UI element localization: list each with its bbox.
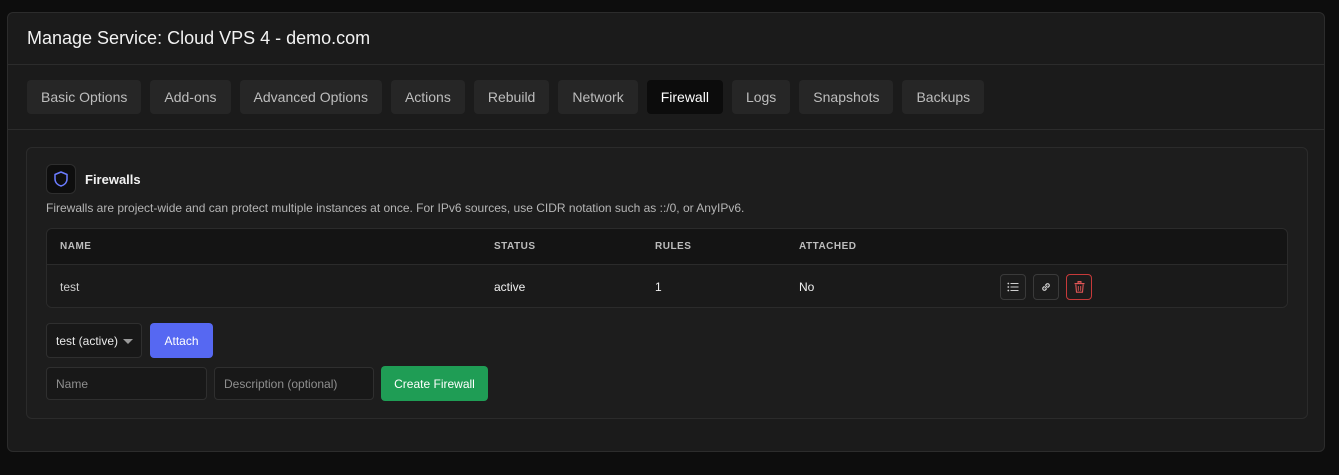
firewall-description-input[interactable] (214, 367, 374, 400)
firewall-select[interactable]: test (active) (46, 323, 142, 358)
tab-advanced-options[interactable]: Advanced Options (239, 80, 382, 114)
create-firewall-button[interactable]: Create Firewall (381, 366, 488, 401)
cell-status: active (494, 280, 526, 294)
firewalls-table: NAME STATUS RULES ATTACHED test active 1… (46, 228, 1288, 308)
firewall-select-value: test (active) (56, 333, 119, 348)
firewalls-description: Firewalls are project-wide and can prote… (46, 201, 745, 215)
page-title: Manage Service: Cloud VPS 4 - demo.com (8, 13, 1324, 65)
tab-basic-options[interactable]: Basic Options (27, 80, 142, 114)
trash-icon (1074, 281, 1084, 293)
table-header: NAME STATUS RULES ATTACHED (47, 229, 1287, 265)
tab-network[interactable]: Network (558, 80, 638, 114)
list-icon (1007, 282, 1019, 292)
attach-button[interactable]: Attach (150, 323, 213, 358)
manage-service-panel: Manage Service: Cloud VPS 4 - demo.com B… (7, 12, 1325, 452)
column-header-rules: RULES (655, 241, 692, 252)
tab-snapshots[interactable]: Snapshots (799, 80, 894, 114)
tab-firewall[interactable]: Firewall (646, 80, 723, 114)
table-row: test active 1 No (47, 265, 1287, 307)
chevron-down-icon (123, 339, 133, 344)
view-rules-button[interactable] (1000, 274, 1026, 300)
tab-bar: Basic Options Add-ons Advanced Options A… (8, 65, 1324, 130)
tab-rebuild[interactable]: Rebuild (473, 80, 550, 114)
column-header-name: NAME (60, 241, 92, 252)
link-icon (1042, 283, 1050, 291)
attach-link-button[interactable] (1033, 274, 1059, 300)
column-header-attached: ATTACHED (799, 241, 857, 252)
tab-add-ons[interactable]: Add-ons (150, 80, 231, 114)
cell-rules: 1 (655, 280, 662, 294)
tab-actions[interactable]: Actions (390, 80, 465, 114)
tab-backups[interactable]: Backups (902, 80, 985, 114)
firewalls-title: Firewalls (85, 171, 141, 187)
column-header-status: STATUS (494, 241, 536, 252)
cell-name: test (60, 280, 80, 294)
delete-button[interactable] (1066, 274, 1092, 300)
firewalls-header: Firewalls (46, 164, 141, 194)
tab-logs[interactable]: Logs (731, 80, 791, 114)
cell-attached: No (799, 280, 815, 294)
firewalls-card: Firewalls Firewalls are project-wide and… (26, 147, 1308, 419)
firewall-name-input[interactable] (46, 367, 207, 400)
row-actions (1000, 274, 1092, 300)
shield-icon (46, 164, 76, 194)
